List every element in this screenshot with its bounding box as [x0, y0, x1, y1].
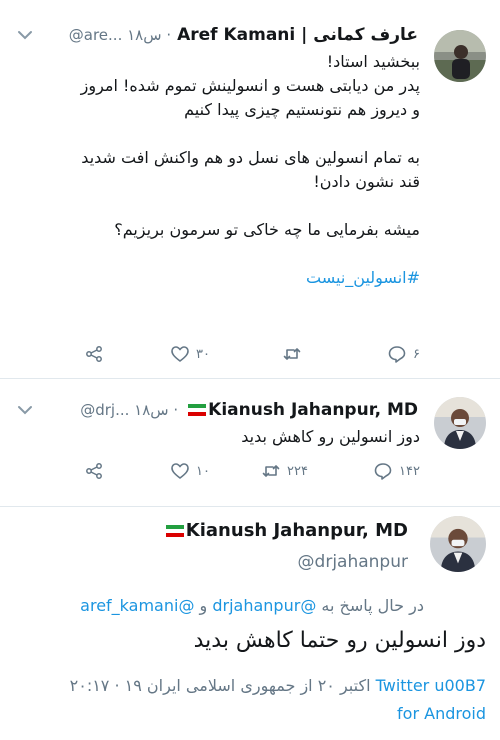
tweet-kianush-reply[interactable]: Kianush Jahanpur, MD @drj... ۱۸س · دوز ا…	[0, 379, 500, 504]
handle-and-time[interactable]: @are... ۱۸س ·	[69, 26, 171, 44]
tweet-source-cont[interactable]: for Android	[397, 704, 486, 723]
tweet-text: دوز انسولین رو کاهش بدید	[20, 425, 420, 449]
reply-icon	[373, 461, 393, 481]
divider	[0, 506, 500, 507]
iran-flag-icon	[188, 404, 207, 416]
replying-and: و	[199, 596, 208, 615]
retweet-button[interactable]: ۲۲۴	[261, 461, 308, 481]
hashtag-link[interactable]: #انسولین_نیست	[20, 266, 420, 290]
main-author-row: Kianush Jahanpur, MD	[162, 520, 408, 541]
tweet-text: ببخشید استاد! پدر من دیابتی هست و انسولی…	[20, 50, 420, 290]
author-handle[interactable]: @drjahanpur	[298, 552, 408, 572]
text-line: قند نشون دادن!	[313, 172, 420, 191]
heart-icon	[170, 344, 190, 364]
retweet-icon	[261, 461, 281, 481]
chevron-down-icon[interactable]	[14, 24, 36, 46]
retweet-count: ۲۲۴	[287, 463, 308, 479]
share-icon	[84, 344, 104, 364]
retweet-button[interactable]	[282, 344, 308, 364]
like-count: ۱۰	[196, 463, 210, 479]
text-line: و دیروز هم نتونستیم چیزی پیدا کنیم	[184, 100, 420, 119]
share-button[interactable]	[84, 461, 104, 481]
text-line: میشه بفرمایی ما چه خاکی تو سرمون بریزیم؟	[114, 220, 420, 239]
mention-link[interactable]: @aref_kamani	[80, 596, 194, 615]
avatar-kianush[interactable]	[434, 397, 486, 449]
author-name[interactable]: Kianush Jahanpur, MD	[186, 520, 408, 541]
reply-button[interactable]: ۶	[387, 344, 420, 364]
tweet-actions: ۱۴۲ ۲۲۴ ۱۰	[80, 461, 420, 491]
tweet-meta: ۲۰:۱۷ · ۱۹ اکتبر ۲۰ از جمهوری اسلامی ایر…	[70, 676, 486, 695]
mention-link[interactable]: @drjahanpur	[212, 596, 316, 615]
text-line: پدر من دیابتی هست و انسولینش تموم شده! ا…	[80, 76, 420, 95]
share-button[interactable]	[84, 344, 104, 364]
reply-count: ۶	[413, 346, 420, 362]
author-name[interactable]: Kianush Jahanpur, MD	[208, 400, 418, 420]
reply-button[interactable]: ۱۴۲	[373, 461, 420, 481]
main-tweet-text: دوز انسولین رو حتما کاهش بدید	[193, 628, 486, 653]
reply-count: ۱۴۲	[399, 463, 420, 479]
reply-icon	[387, 344, 407, 364]
like-button[interactable]: ۱۰	[170, 461, 210, 481]
tweet-header: Kianush Jahanpur, MD @drj... ۱۸س ·	[80, 397, 418, 423]
like-count: ۳۰	[196, 346, 210, 362]
author-name[interactable]: Aref Kamani | عارف کمانی	[177, 25, 418, 45]
text-line: به تمام انسولین های نسل دو هم واکنش افت …	[81, 148, 420, 167]
heart-icon	[170, 461, 190, 481]
tweet-header: Aref Kamani | عارف کمانی @are... ۱۸س ·	[69, 22, 418, 48]
retweet-icon	[282, 344, 302, 364]
replying-to: در حال پاسخ به @drjahanpur و @aref_kaman…	[80, 596, 424, 615]
chevron-down-icon[interactable]	[14, 399, 36, 421]
tweet-actions: ۶ ۳۰	[80, 344, 420, 374]
avatar-kianush-main[interactable]	[430, 516, 486, 572]
tweet-source[interactable]: Twitter u00B7	[376, 676, 486, 695]
tweet-timestamp: ۲۰:۱۷ · ۱۹ اکتبر ۲۰ از جمهوری اسلامی ایر…	[69, 676, 371, 695]
iran-flag-icon	[165, 524, 184, 537]
text-line: ببخشید استاد!	[326, 52, 420, 71]
share-icon	[84, 461, 104, 481]
handle-and-time[interactable]: @drj... ۱۸س ·	[80, 401, 178, 419]
avatar-aref[interactable]	[434, 30, 486, 82]
like-button[interactable]: ۳۰	[170, 344, 210, 364]
tweet-aref[interactable]: Aref Kamani | عارف کمانی @are... ۱۸س · ب…	[0, 0, 500, 376]
replying-prefix: در حال پاسخ به	[321, 596, 424, 615]
text-line: دوز انسولین رو کاهش بدید	[241, 427, 420, 446]
